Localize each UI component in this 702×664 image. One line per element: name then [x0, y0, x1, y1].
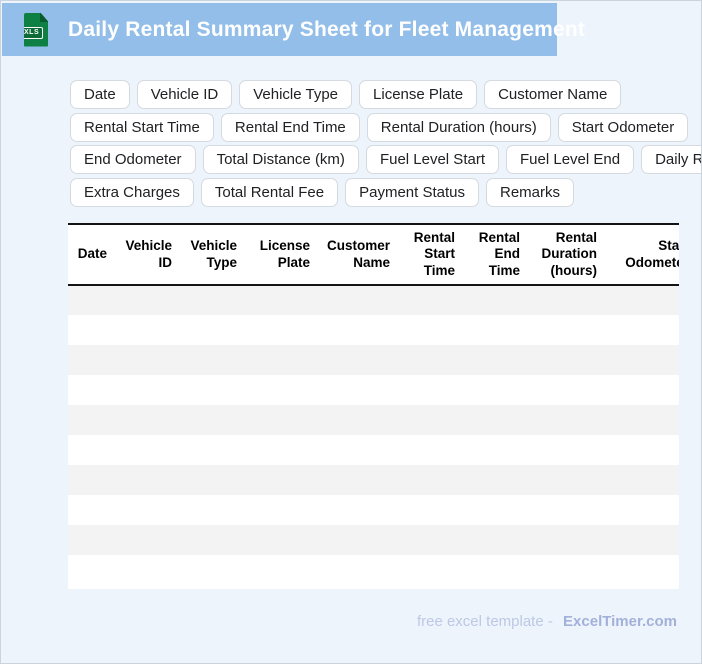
chip-fuel-level-end[interactable]: Fuel Level End	[506, 145, 635, 174]
table-row	[68, 555, 679, 585]
chip-vehicle-type[interactable]: Vehicle Type	[239, 80, 353, 109]
chip-end-odometer[interactable]: End Odometer	[70, 145, 196, 174]
xls-file-icon: XLS	[24, 12, 48, 47]
col-header-start-odometer: Start Odometer	[625, 238, 679, 270]
footer-text: free excel template -	[416, 613, 553, 630]
chip-row-2: Rental Start Time Rental End Time Rental…	[70, 112, 690, 142]
field-chips: Date Vehicle ID Vehicle Type License Pla…	[70, 80, 701, 210]
col-header-date: Date	[77, 246, 107, 262]
chip-fuel-level-start[interactable]: Fuel Level Start	[365, 145, 499, 174]
chip-remarks[interactable]: Remarks	[486, 177, 575, 207]
chip-rental-end-time[interactable]: Rental End Time	[220, 112, 360, 142]
table-row	[68, 345, 679, 375]
table-row	[68, 465, 679, 495]
chip-row-1: Date Vehicle ID Vehicle Type License Pla…	[70, 80, 690, 109]
chip-extra-charges[interactable]: Extra Charges	[70, 177, 194, 207]
col-header-vehicle-type: Vehicle Type	[190, 238, 237, 270]
col-header-rental-start-time: Rental Start Time	[413, 230, 455, 278]
chip-start-odometer[interactable]: Start Odometer	[557, 112, 689, 142]
chip-total-rental-fee[interactable]: Total Rental Fee	[200, 177, 339, 207]
folded-corner	[40, 12, 48, 22]
chip-row-3: End Odometer Total Distance (km) Fuel Le…	[70, 145, 701, 174]
page-canvas: XLS Daily Rental Summary Sheet for Fleet…	[0, 0, 702, 664]
title-bar: XLS Daily Rental Summary Sheet for Fleet…	[2, 3, 585, 56]
col-header-license-plate: License Plate	[259, 238, 310, 270]
chip-license-plate[interactable]: License Plate	[359, 80, 478, 109]
table-row	[68, 375, 679, 405]
chip-date[interactable]: Date	[70, 80, 130, 109]
footer-brand-link[interactable]: ExcelTimer.com	[563, 613, 677, 630]
spreadsheet-preview: Date Vehicle ID Vehicle Type License Pla…	[68, 223, 679, 589]
chip-total-distance[interactable]: Total Distance (km)	[202, 145, 359, 174]
chip-rental-duration[interactable]: Rental Duration (hours)	[366, 112, 551, 142]
chip-vehicle-id[interactable]: Vehicle ID	[136, 80, 233, 109]
col-header-rental-duration: Rental Duration (hours)	[541, 230, 598, 278]
chip-customer-name[interactable]: Customer Name	[484, 80, 622, 109]
table-header-row: Date Vehicle ID Vehicle Type License Pla…	[68, 224, 679, 285]
chip-daily-rate[interactable]: Daily Rate	[641, 145, 701, 174]
chip-payment-status[interactable]: Payment Status	[345, 177, 479, 207]
col-header-vehicle-id: Vehicle ID	[125, 238, 172, 270]
col-header-rental-end-time: Rental End Time	[478, 230, 520, 278]
chip-row-4: Extra Charges Total Rental Fee Payment S…	[70, 177, 690, 207]
table-row	[68, 405, 679, 435]
table-row	[68, 495, 679, 525]
table-row	[68, 525, 679, 555]
rental-summary-table: Date Vehicle ID Vehicle Type License Pla…	[68, 223, 679, 585]
col-header-customer-name: Customer Name	[326, 238, 390, 270]
table-row	[68, 435, 679, 465]
chip-rental-start-time[interactable]: Rental Start Time	[70, 112, 214, 142]
xls-badge-label: XLS	[24, 26, 44, 39]
table-row	[68, 315, 679, 345]
table-row	[68, 285, 679, 315]
page-title: Daily Rental Summary Sheet for Fleet Man…	[68, 17, 586, 41]
footer: free excel template - ExcelTimer.com	[417, 613, 677, 630]
